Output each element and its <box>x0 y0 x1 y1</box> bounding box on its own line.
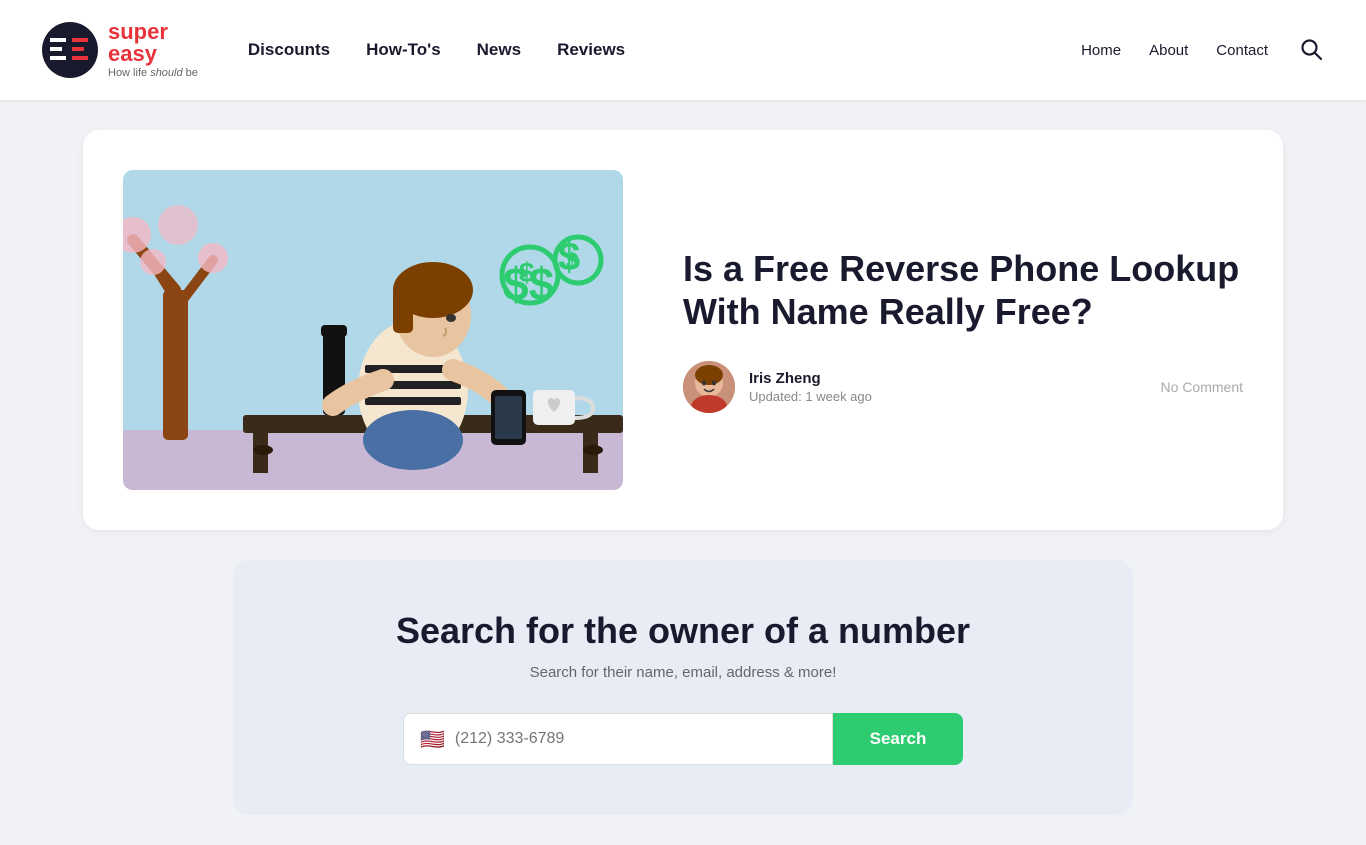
author-row: Iris Zheng Updated: 1 week ago No Commen… <box>683 361 1243 413</box>
author-name: Iris Zheng <box>749 370 1147 387</box>
svg-text:$: $ <box>566 248 578 273</box>
author-avatar <box>683 361 735 413</box>
article-content: Is a Free Reverse Phone Lookup With Name… <box>683 247 1243 413</box>
nav-item-reviews[interactable]: Reviews <box>557 40 625 60</box>
article-title: Is a Free Reverse Phone Lookup With Name… <box>683 247 1243 333</box>
svg-text:$: $ <box>519 257 535 288</box>
search-widget: Search for the owner of a number Search … <box>233 560 1133 815</box>
logo-link[interactable]: super easy How life should be <box>40 20 198 80</box>
search-widget-subtitle: Search for their name, email, address & … <box>273 664 1093 681</box>
author-updated: Updated: 1 week ago <box>749 389 1147 404</box>
search-button[interactable]: Search <box>833 713 963 765</box>
search-input-row: 🇺🇸 Search <box>403 713 963 765</box>
nav-item-contact[interactable]: Contact <box>1216 42 1268 59</box>
phone-input-wrapper: 🇺🇸 <box>403 713 833 765</box>
nav-item-about[interactable]: About <box>1149 42 1188 59</box>
main-nav: Discounts How-To's News Reviews <box>248 40 1081 60</box>
article-card: $$ $ $ $ Is a Free Reverse Phone Lookup … <box>83 130 1283 530</box>
logo-text-area: super easy How life should be <box>108 21 198 79</box>
page-wrapper: $$ $ $ $ Is a Free Reverse Phone Lookup … <box>43 100 1323 845</box>
article-image: $$ $ $ $ <box>123 170 623 490</box>
search-icon-button[interactable] <box>1296 34 1326 67</box>
search-icon <box>1300 38 1322 60</box>
search-widget-title: Search for the owner of a number <box>273 610 1093 652</box>
phone-input[interactable] <box>455 714 816 764</box>
right-nav: Home About Contact <box>1081 34 1326 67</box>
author-info: Iris Zheng Updated: 1 week ago <box>749 370 1147 404</box>
logo-text: super easy <box>108 21 198 65</box>
logo-tagline: How life should be <box>108 67 198 79</box>
nav-item-discounts[interactable]: Discounts <box>248 40 330 60</box>
no-comment: No Comment <box>1161 379 1243 395</box>
nav-item-home[interactable]: Home <box>1081 42 1121 59</box>
us-flag-icon: 🇺🇸 <box>420 727 445 752</box>
site-header: super easy How life should be Discounts … <box>0 0 1366 100</box>
nav-item-howtos[interactable]: How-To's <box>366 40 441 60</box>
logo-brand2: easy <box>108 43 198 65</box>
nav-item-news[interactable]: News <box>477 40 521 60</box>
logo-icon <box>40 20 100 80</box>
